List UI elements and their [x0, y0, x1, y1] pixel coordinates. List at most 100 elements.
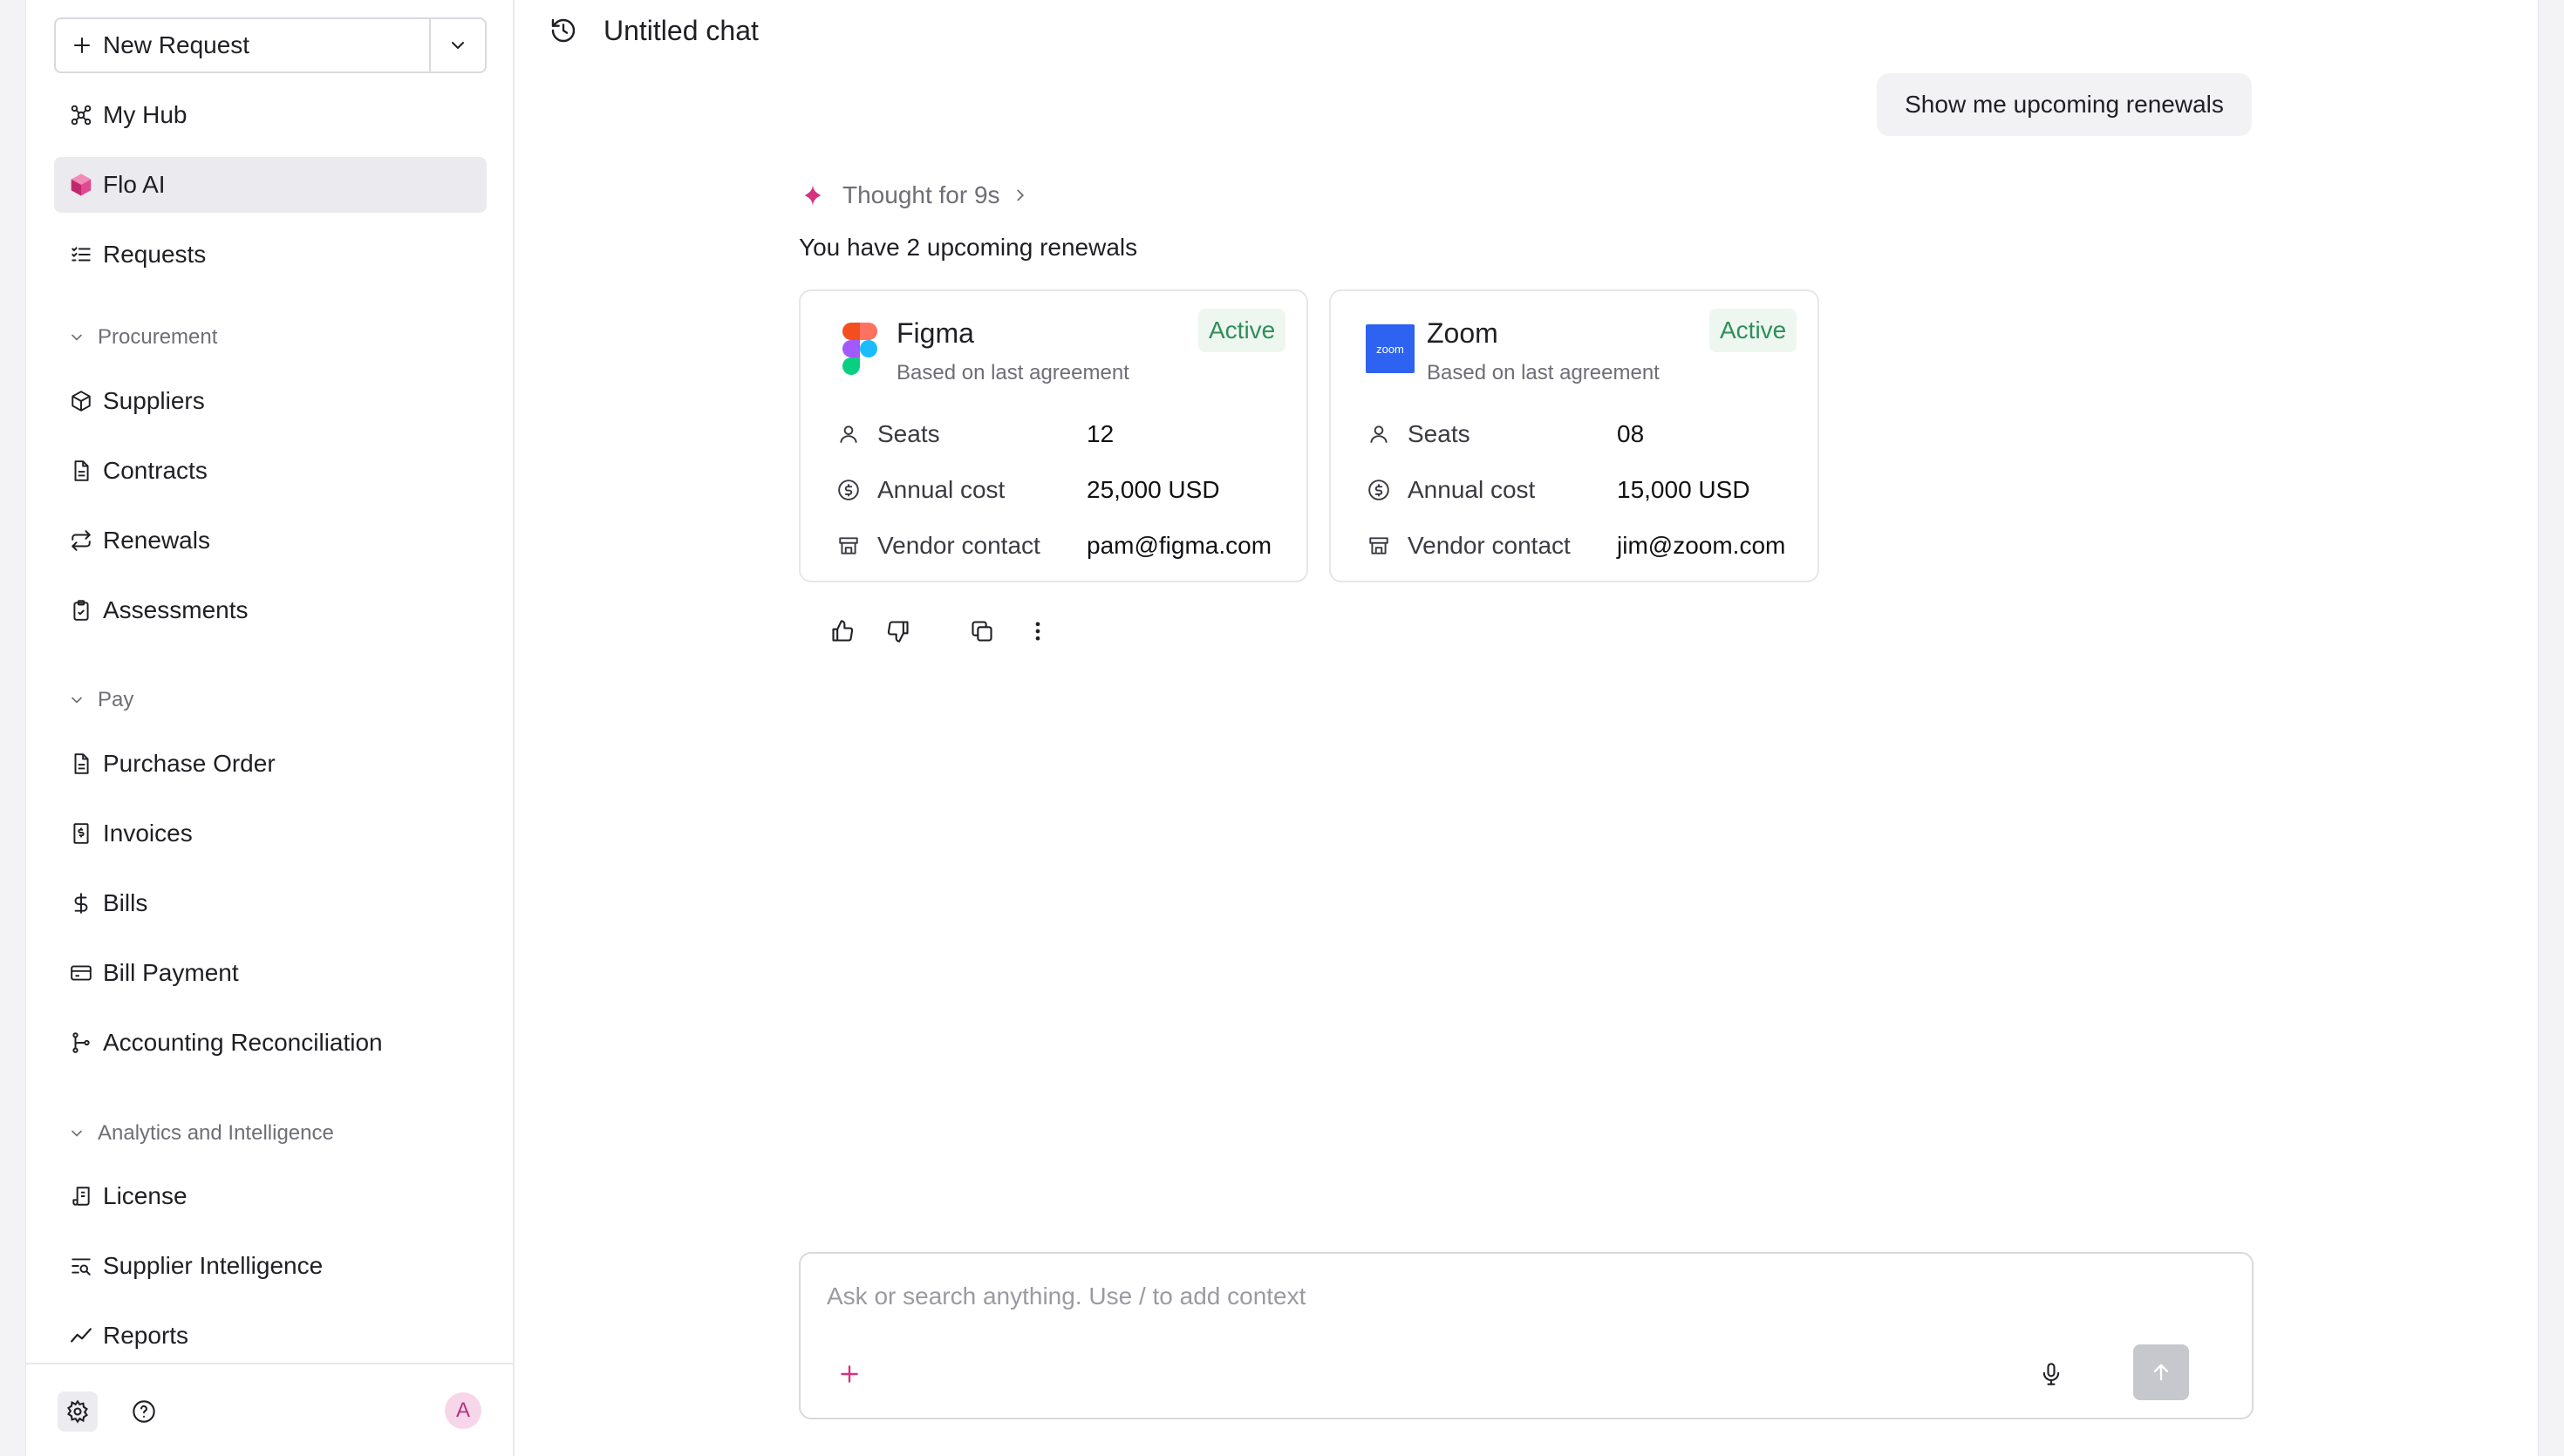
send-button[interactable] — [2133, 1344, 2189, 1400]
row-value: 12 — [1087, 420, 1115, 447]
credit-card-icon — [68, 960, 94, 986]
plus-icon — [74, 37, 90, 53]
sidebar-item-requests[interactable]: Requests — [54, 227, 487, 282]
sidebar-item-invoices[interactable]: Invoices — [54, 806, 487, 861]
copy-icon — [972, 621, 992, 642]
message-actions — [825, 614, 1076, 649]
more-options-button[interactable] — [1020, 614, 1055, 649]
thumbs-down-icon — [887, 621, 909, 643]
renewal-card-figma[interactable]: Figma Based on last agreement Active Sea… — [799, 289, 1308, 582]
sidebar-item-label: Accounting Reconciliation — [103, 1029, 383, 1056]
sidebar-item-bill-payment[interactable]: Bill Payment — [54, 945, 487, 1001]
sidebar-item-label: Reports — [103, 1322, 189, 1349]
copy-button[interactable] — [965, 614, 999, 649]
new-request-dropdown-button[interactable] — [431, 19, 485, 71]
sidebar-item-suppliers[interactable]: Suppliers — [54, 373, 487, 429]
card-row-seats: Seats 08 — [1366, 417, 1644, 452]
list-checks-icon — [68, 242, 94, 268]
sidebar-item-assessments[interactable]: Assessments — [54, 582, 487, 638]
row-label: Annual cost — [877, 476, 1006, 503]
sidebar-item-accounting-reconciliation[interactable]: Accounting Reconciliation — [54, 1015, 487, 1071]
chat-input[interactable] — [827, 1276, 2135, 1317]
sidebar-item-reports[interactable]: Reports — [54, 1308, 487, 1364]
row-value[interactable]: jim@zoom.com — [1617, 532, 1785, 560]
sidebar-item-label: Flo AI — [103, 171, 166, 198]
assistant-answer-text: You have 2 upcoming renewals — [799, 234, 1138, 261]
zoom-logo-text: zoom — [1376, 342, 1404, 356]
sidebar-item-purchase-order[interactable]: Purchase Order — [54, 736, 487, 792]
sidebar-item-supplier-intelligence[interactable]: Supplier Intelligence — [54, 1238, 487, 1294]
right-edge-strip — [2538, 0, 2564, 1456]
card-row-vendor-contact: Vendor contact pam@figma.com — [835, 528, 1272, 563]
sidebar-item-my-hub[interactable]: My Hub — [54, 87, 487, 143]
sparkle-icon — [804, 185, 822, 206]
chat-main: Untitled chat Show me upcoming renewals … — [515, 0, 2538, 1456]
sidebar-item-label: Suppliers — [103, 387, 205, 414]
sidebar-item-flo-ai[interactable]: Flo AI — [54, 157, 487, 213]
history-button[interactable] — [549, 17, 577, 44]
settings-button[interactable] — [58, 1391, 98, 1432]
sidebar-item-label: Bills — [103, 889, 148, 916]
avatar[interactable]: A — [445, 1392, 481, 1429]
flo-ai-cube-icon — [68, 172, 94, 198]
user-icon — [835, 421, 862, 447]
row-label: Vendor contact — [1408, 532, 1571, 559]
sidebar-item-label: Contracts — [103, 457, 208, 484]
card-row-annual-cost: Annual cost 15,000 USD — [1366, 473, 1750, 507]
thumbs-down-button[interactable] — [881, 614, 916, 649]
row-value[interactable]: pam@figma.com — [1087, 532, 1272, 560]
section-toggle-analytics[interactable]: Analytics and Intelligence — [68, 1116, 334, 1151]
sidebar-item-label: Purchase Order — [103, 750, 276, 777]
section-title: Procurement — [98, 325, 218, 349]
microphone-icon — [2042, 1363, 2060, 1385]
thumbs-up-icon — [832, 620, 854, 642]
vendor-name: Zoom — [1427, 317, 1498, 349]
chat-title[interactable]: Untitled chat — [603, 15, 759, 47]
user-message-bubble: Show me upcoming renewals — [1877, 73, 2252, 136]
card-row-vendor-contact: Vendor contact jim@zoom.com — [1366, 528, 1785, 563]
sidebar-item-renewals[interactable]: Renewals — [54, 513, 487, 568]
status-badge: Active — [1709, 309, 1797, 352]
card-row-seats: Seats 12 — [835, 417, 1114, 452]
vendor-subtitle: Based on last agreement — [897, 361, 1129, 384]
document-icon — [68, 458, 94, 484]
card-row-annual-cost: Annual cost 25,000 USD — [835, 473, 1220, 507]
text-search-icon — [68, 1253, 94, 1279]
thought-toggle[interactable]: Thought for 9s — [801, 178, 1030, 213]
help-circle-icon — [133, 1400, 155, 1423]
section-toggle-procurement[interactable]: Procurement — [68, 320, 217, 355]
sidebar-item-bills[interactable]: Bills — [54, 875, 487, 931]
help-button[interactable] — [124, 1391, 164, 1432]
section-toggle-pay[interactable]: Pay — [68, 683, 133, 718]
vendor-subtitle: Based on last agreement — [1427, 361, 1660, 384]
receipt-icon — [68, 820, 94, 847]
row-label: Vendor contact — [877, 532, 1040, 559]
store-icon — [835, 533, 862, 559]
left-edge-strip — [0, 0, 26, 1456]
row-value: 08 — [1617, 420, 1645, 447]
chat-header: Untitled chat — [549, 10, 759, 51]
thumbs-up-button[interactable] — [825, 614, 860, 649]
dollar-circle-icon — [1366, 477, 1392, 503]
sidebar-item-license[interactable]: License — [54, 1168, 487, 1224]
more-vertical-icon — [1035, 622, 1040, 641]
row-label: Seats — [1408, 420, 1470, 447]
row-value: 15,000 USD — [1617, 476, 1750, 503]
new-request-button[interactable]: New Request — [56, 19, 431, 71]
add-context-button[interactable] — [832, 1357, 867, 1391]
row-value: 25,000 USD — [1087, 476, 1220, 503]
chevron-down-icon — [72, 1130, 82, 1137]
git-branch-icon — [68, 1030, 94, 1056]
new-request-label: New Request — [103, 31, 250, 58]
sidebar-item-contracts[interactable]: Contracts — [54, 443, 487, 499]
dollar-icon — [68, 890, 94, 916]
renewal-card-zoom[interactable]: zoom Zoom Based on last agreement Active… — [1329, 289, 1819, 582]
sidebar: New Request My Hub Flo AI Requests Procu… — [26, 0, 515, 1456]
clipboard-check-icon — [68, 597, 94, 623]
figma-logo — [835, 323, 884, 375]
microphone-button[interactable] — [2034, 1357, 2069, 1391]
chevron-down-icon — [72, 697, 82, 704]
new-request-split-button: New Request — [54, 17, 487, 73]
sidebar-item-label: Renewals — [103, 527, 210, 554]
chevron-down-icon — [72, 334, 82, 341]
